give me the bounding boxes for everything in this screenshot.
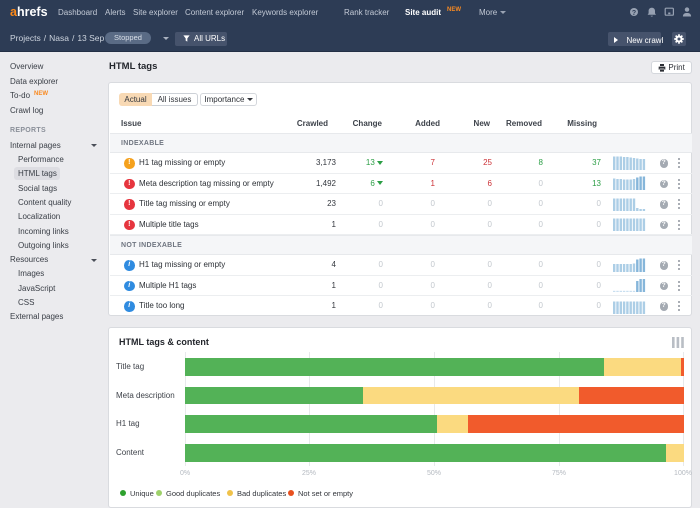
svg-text:?: ? <box>632 10 636 17</box>
